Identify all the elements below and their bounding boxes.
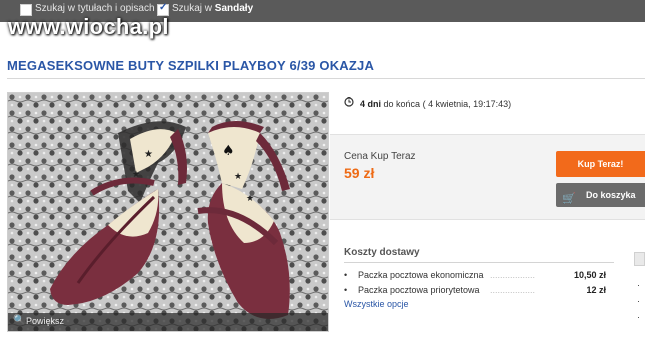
shoes-image: ★ ★ ♠ ★ ★ xyxy=(8,93,328,331)
svg-text:★: ★ xyxy=(144,149,153,160)
svg-text:★: ★ xyxy=(132,170,140,180)
price-value: 59 zł xyxy=(344,165,375,181)
search-in-titles-label[interactable]: Szukaj w tytułach i opisach xyxy=(35,3,155,14)
clock-icon xyxy=(344,97,354,107)
all-shipping-options-link[interactable]: Wszystkie opcje xyxy=(344,299,409,309)
side-panel-handle[interactable] xyxy=(634,252,645,266)
title-divider xyxy=(7,78,645,79)
shipping-option-price: 10,50 zł xyxy=(573,270,606,280)
shipping-heading: Koszty dostawy xyxy=(344,247,420,258)
svg-text:★: ★ xyxy=(234,172,242,182)
add-to-cart-label: Do koszyka xyxy=(586,190,636,200)
svg-text:♠: ♠ xyxy=(222,143,235,159)
zoom-bar[interactable]: 🔍 Powiększ xyxy=(8,313,328,331)
site-watermark: www.wiocha.pl xyxy=(8,14,169,39)
cart-icon: 🛒 xyxy=(562,193,576,205)
shipping-divider xyxy=(344,262,614,263)
search-in-category-label[interactable]: Szukaj w Sandały xyxy=(172,3,253,14)
product-photo[interactable]: ★ ★ ♠ ★ ★ 🔍 Powiększ xyxy=(7,92,329,332)
shipping-option-price: 12 zł xyxy=(586,285,606,295)
add-to-cart-button[interactable]: 🛒 Do koszyka xyxy=(556,183,645,207)
zoom-label[interactable]: Powiększ xyxy=(26,316,64,326)
purchase-panel: 4 dni do końca ( 4 kwietnia, 19:17:43) C… xyxy=(330,92,645,332)
buy-now-box: Cena Kup Teraz 59 zł Kup Teraz! 🛒 Do kos… xyxy=(330,134,645,220)
shipping-option-name: Paczka pocztowa ekonomiczna xyxy=(358,270,484,280)
time-remaining: 4 dni do końca ( 4 kwietnia, 19:17:43) xyxy=(360,99,512,109)
price-label: Cena Kup Teraz xyxy=(344,151,416,162)
buy-now-button[interactable]: Kup Teraz! xyxy=(556,151,645,177)
category-name: Sandały xyxy=(214,3,254,14)
svg-text:★: ★ xyxy=(246,194,254,204)
shipping-option-name: Paczka pocztowa priorytetowa xyxy=(358,285,480,295)
listing-title: MEGASEKSOWNE BUTY SZPILKI PLAYBOY 6/39 O… xyxy=(7,58,375,73)
magnifier-icon: 🔍 xyxy=(13,315,26,326)
auction-timer: 4 dni do końca ( 4 kwietnia, 19:17:43) xyxy=(330,92,645,128)
